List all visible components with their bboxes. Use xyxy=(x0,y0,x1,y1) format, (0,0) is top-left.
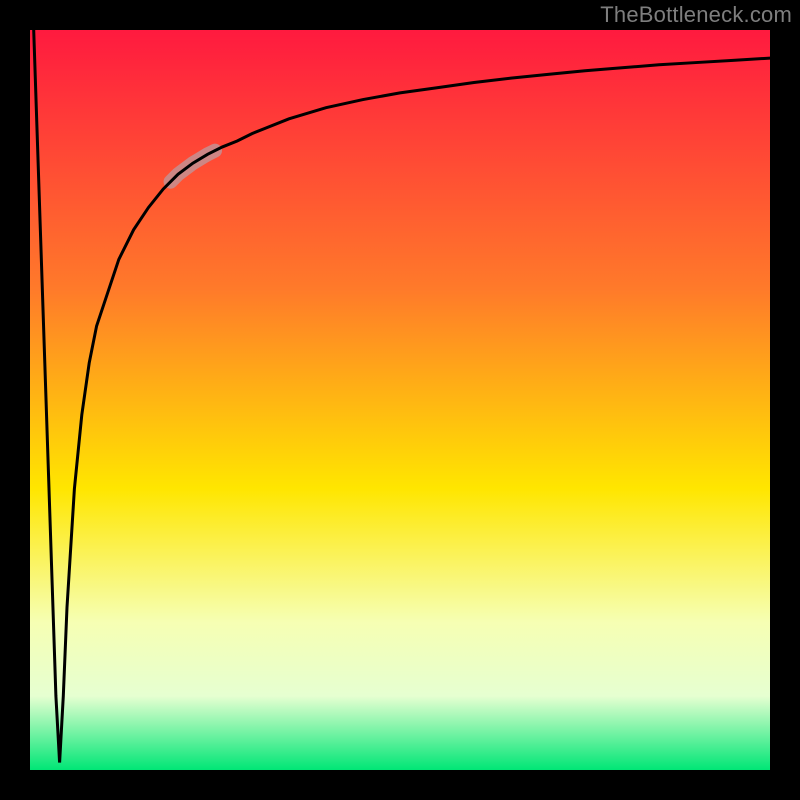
chart-stage: TheBottleneck.com xyxy=(0,0,800,800)
plot-area xyxy=(30,30,770,770)
watermark-label: TheBottleneck.com xyxy=(600,2,792,28)
chart-svg xyxy=(0,0,800,800)
